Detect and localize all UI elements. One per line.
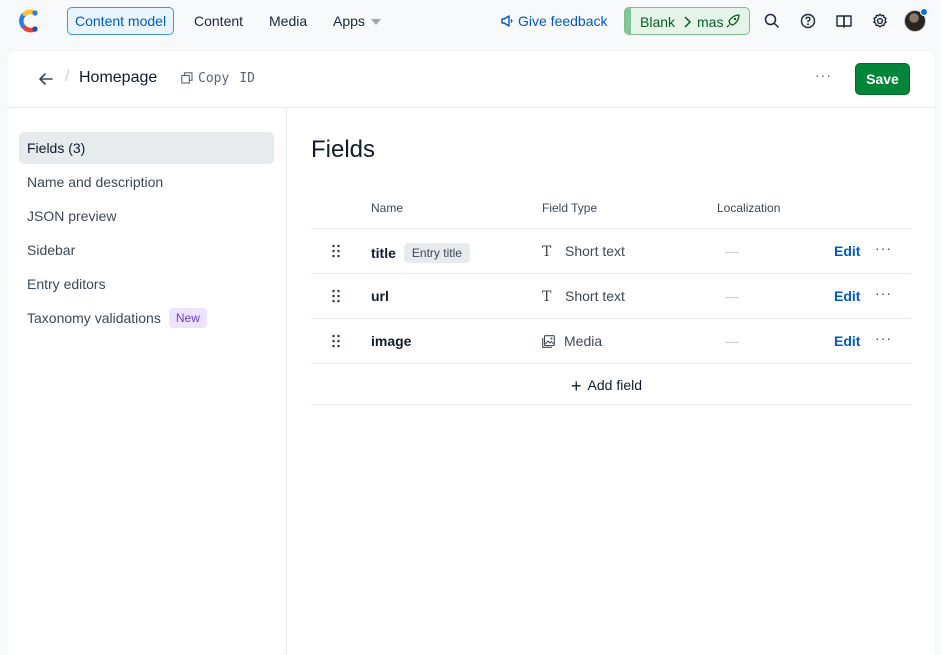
edit-link[interactable]: Edit bbox=[834, 288, 860, 304]
drag-handle-icon[interactable] bbox=[331, 244, 341, 258]
text-icon: T bbox=[542, 289, 552, 305]
new-badge: New bbox=[168, 308, 207, 328]
megaphone-icon bbox=[501, 15, 513, 27]
field-type: Media bbox=[542, 333, 602, 349]
drag-handle-icon[interactable] bbox=[331, 289, 341, 303]
sidebar: Fields (3) Name and description JSON pre… bbox=[7, 108, 287, 655]
localization-value: — bbox=[725, 288, 739, 304]
page-title: Homepage bbox=[79, 69, 158, 86]
give-feedback-label: Give feedback bbox=[518, 13, 608, 29]
nav-content[interactable]: Content bbox=[194, 7, 243, 35]
row-more-button[interactable]: ··· bbox=[875, 285, 892, 301]
contentful-logo[interactable] bbox=[17, 8, 41, 34]
content-type-card: / Homepage Copy ID ··· Save Fields (3) Na… bbox=[7, 51, 935, 655]
column-header-name: Name bbox=[371, 201, 404, 215]
add-field-row: + Add field bbox=[311, 363, 911, 405]
top-nav: Content model Content Media Apps Give fe… bbox=[0, 0, 941, 42]
environment-name: mas bbox=[697, 14, 724, 30]
nav-media[interactable]: Media bbox=[269, 7, 307, 35]
caret-down-icon bbox=[370, 19, 381, 26]
localization-value: — bbox=[725, 333, 739, 349]
sidebar-item-sidebar[interactable]: Sidebar bbox=[19, 234, 274, 266]
media-icon bbox=[542, 335, 555, 348]
sidebar-item-taxonomy-validations[interactable]: Taxonomy validations New bbox=[19, 302, 274, 334]
sidebar-item-label: Taxonomy validations bbox=[27, 310, 161, 326]
sidebar-item-json-preview[interactable]: JSON preview bbox=[19, 200, 274, 232]
more-options-button[interactable]: ··· bbox=[815, 67, 832, 83]
table-row[interactable]: image Media — Edit ··· bbox=[311, 318, 911, 363]
field-name-text: title bbox=[371, 245, 396, 261]
back-arrow-icon[interactable] bbox=[38, 71, 54, 87]
breadcrumb-separator: / bbox=[65, 68, 70, 85]
field-name: title Entry title bbox=[371, 243, 470, 263]
give-feedback-button[interactable]: Give feedback bbox=[500, 7, 608, 35]
table-row[interactable]: url T Short text — Edit ··· bbox=[311, 273, 911, 318]
chevron-right-icon bbox=[684, 16, 692, 28]
search-icon[interactable] bbox=[763, 12, 781, 30]
nav-apps[interactable]: Apps bbox=[333, 7, 381, 35]
sidebar-item-name-description[interactable]: Name and description bbox=[19, 166, 274, 198]
column-header-localization: Localization bbox=[717, 201, 781, 215]
field-name: url bbox=[371, 288, 389, 304]
entry-title-badge: Entry title bbox=[403, 243, 470, 263]
id-label: ID bbox=[239, 71, 255, 86]
edit-link[interactable]: Edit bbox=[834, 333, 860, 349]
sidebar-item-entry-editors[interactable]: Entry editors bbox=[19, 268, 274, 300]
nav-content-model[interactable]: Content model bbox=[67, 7, 175, 35]
notification-dot bbox=[920, 8, 928, 16]
field-type: T Short text bbox=[542, 243, 625, 260]
table-row[interactable]: title Entry title T Short text — Edit ··· bbox=[311, 228, 911, 273]
drag-handle-icon[interactable] bbox=[331, 334, 341, 348]
column-header-field-type: Field Type bbox=[542, 201, 598, 215]
sidebar-item-fields[interactable]: Fields (3) bbox=[19, 132, 274, 164]
plus-icon: + bbox=[571, 376, 582, 396]
row-more-button[interactable]: ··· bbox=[875, 240, 892, 256]
gear-icon[interactable] bbox=[871, 12, 889, 30]
row-more-button[interactable]: ··· bbox=[875, 330, 892, 346]
nav-apps-label: Apps bbox=[333, 13, 365, 29]
environment-switcher[interactable]: Blank mas bbox=[624, 7, 750, 35]
env-stripe bbox=[625, 8, 631, 34]
field-type-label: Short text bbox=[565, 288, 625, 304]
add-field-button[interactable]: + Add field bbox=[571, 376, 642, 397]
save-button[interactable]: Save bbox=[855, 63, 910, 95]
field-name: image bbox=[371, 333, 412, 349]
field-type: T Short text bbox=[542, 288, 625, 305]
add-field-label: Add field bbox=[587, 377, 642, 393]
localization-value: — bbox=[725, 243, 739, 259]
book-icon[interactable] bbox=[835, 12, 853, 30]
rocket-icon bbox=[726, 14, 740, 28]
field-type-label: Short text bbox=[565, 243, 625, 259]
copy-label: Copy bbox=[198, 71, 230, 86]
space-name: Blank bbox=[640, 14, 676, 30]
edit-link[interactable]: Edit bbox=[834, 243, 860, 259]
copy-icon bbox=[181, 72, 193, 84]
section-title: Fields bbox=[311, 136, 376, 163]
text-icon: T bbox=[542, 244, 552, 260]
help-icon[interactable] bbox=[799, 12, 817, 30]
copy-id-button[interactable]: Copy ID bbox=[181, 71, 255, 86]
field-type-label: Media bbox=[564, 333, 603, 349]
card-header: / Homepage Copy ID ··· Save bbox=[7, 51, 935, 108]
